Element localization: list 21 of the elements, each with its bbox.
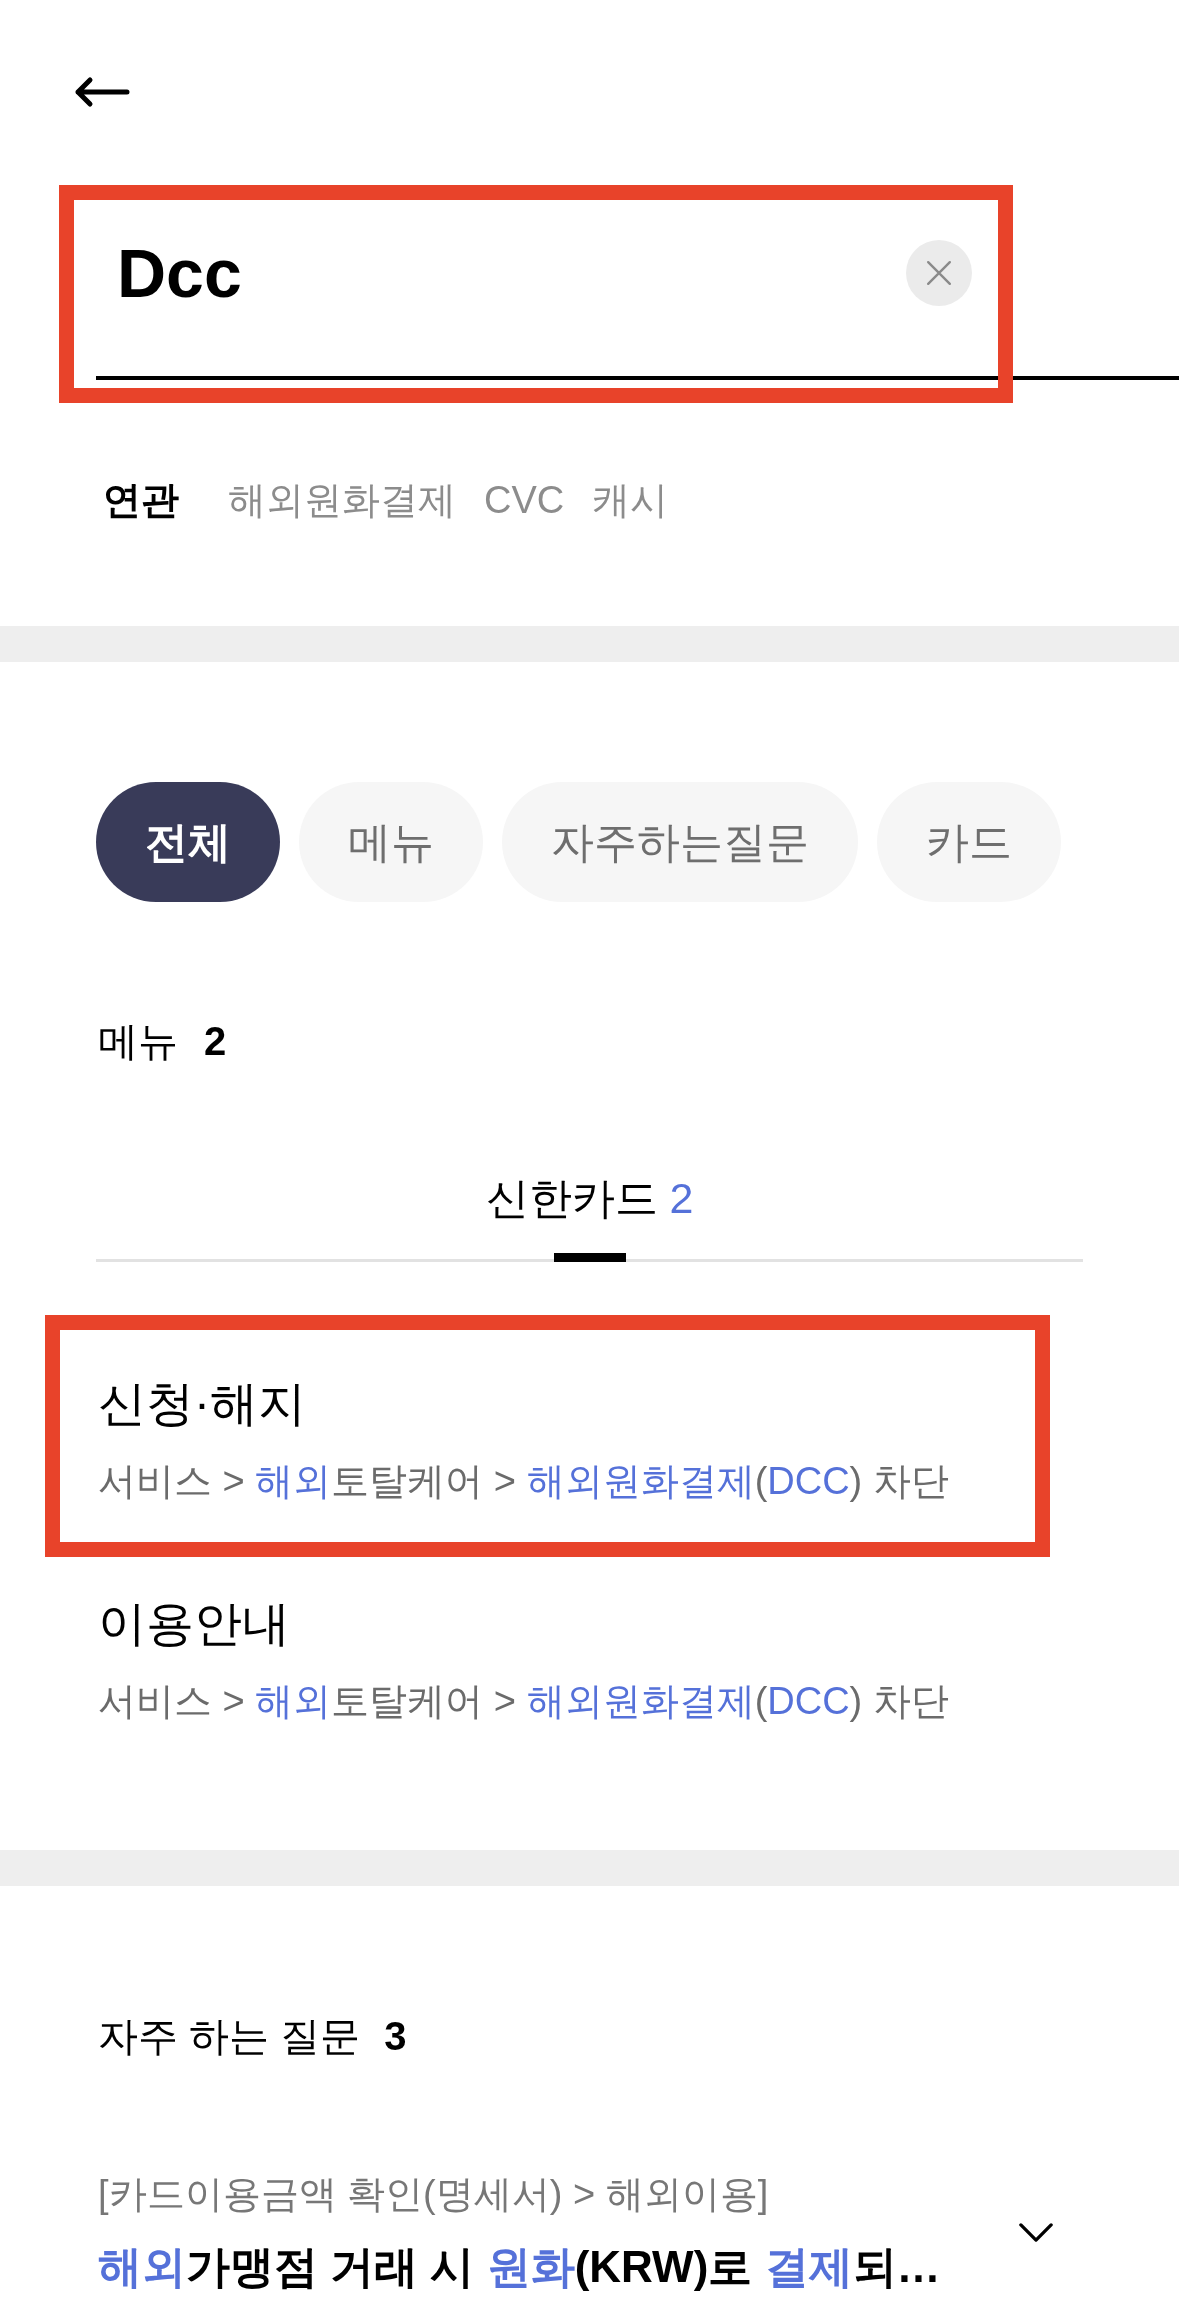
section-title: 자주 하는 질문 — [98, 2013, 361, 2060]
result-title[interactable]: 신청·해지 — [98, 1374, 1081, 1434]
related-label: 연관 — [103, 478, 179, 523]
filter-chip[interactable]: 자주하는질문 — [502, 782, 858, 902]
faq-question[interactable]: 해외가맹점 거래 시 원화(KRW)로 결제되… — [98, 2239, 941, 2295]
result-path: 서비스 > 해외 토탈케어 > 해외원화결제(DCC) 차단 — [98, 1459, 950, 1504]
section-title: 메뉴 — [98, 1018, 178, 1065]
result-path: 서비스 > 해외 토탈케어 > 해외원화결제(DCC) 차단 — [98, 1679, 950, 1724]
filter-chip[interactable]: 카드 — [877, 782, 1061, 902]
chevron-down-icon[interactable] — [1019, 2222, 1053, 2242]
filter-chip[interactable]: 메뉴 — [299, 782, 483, 902]
results-tab[interactable]: 신한카드 2 — [485, 1170, 694, 1259]
back-button[interactable] — [74, 76, 130, 108]
result-title[interactable]: 이용안내 — [98, 1594, 1081, 1654]
close-icon — [926, 260, 952, 286]
filter-chip[interactable]: 전체 — [96, 782, 280, 902]
search-field[interactable]: Dcc — [96, 170, 1179, 380]
result-count: 3 — [384, 2013, 407, 2060]
back-arrow-icon — [74, 76, 130, 108]
result-count: 2 — [204, 1018, 227, 1065]
faq-category: [카드이용금액 확인(명세서) > 해외이용] — [98, 2172, 770, 2217]
